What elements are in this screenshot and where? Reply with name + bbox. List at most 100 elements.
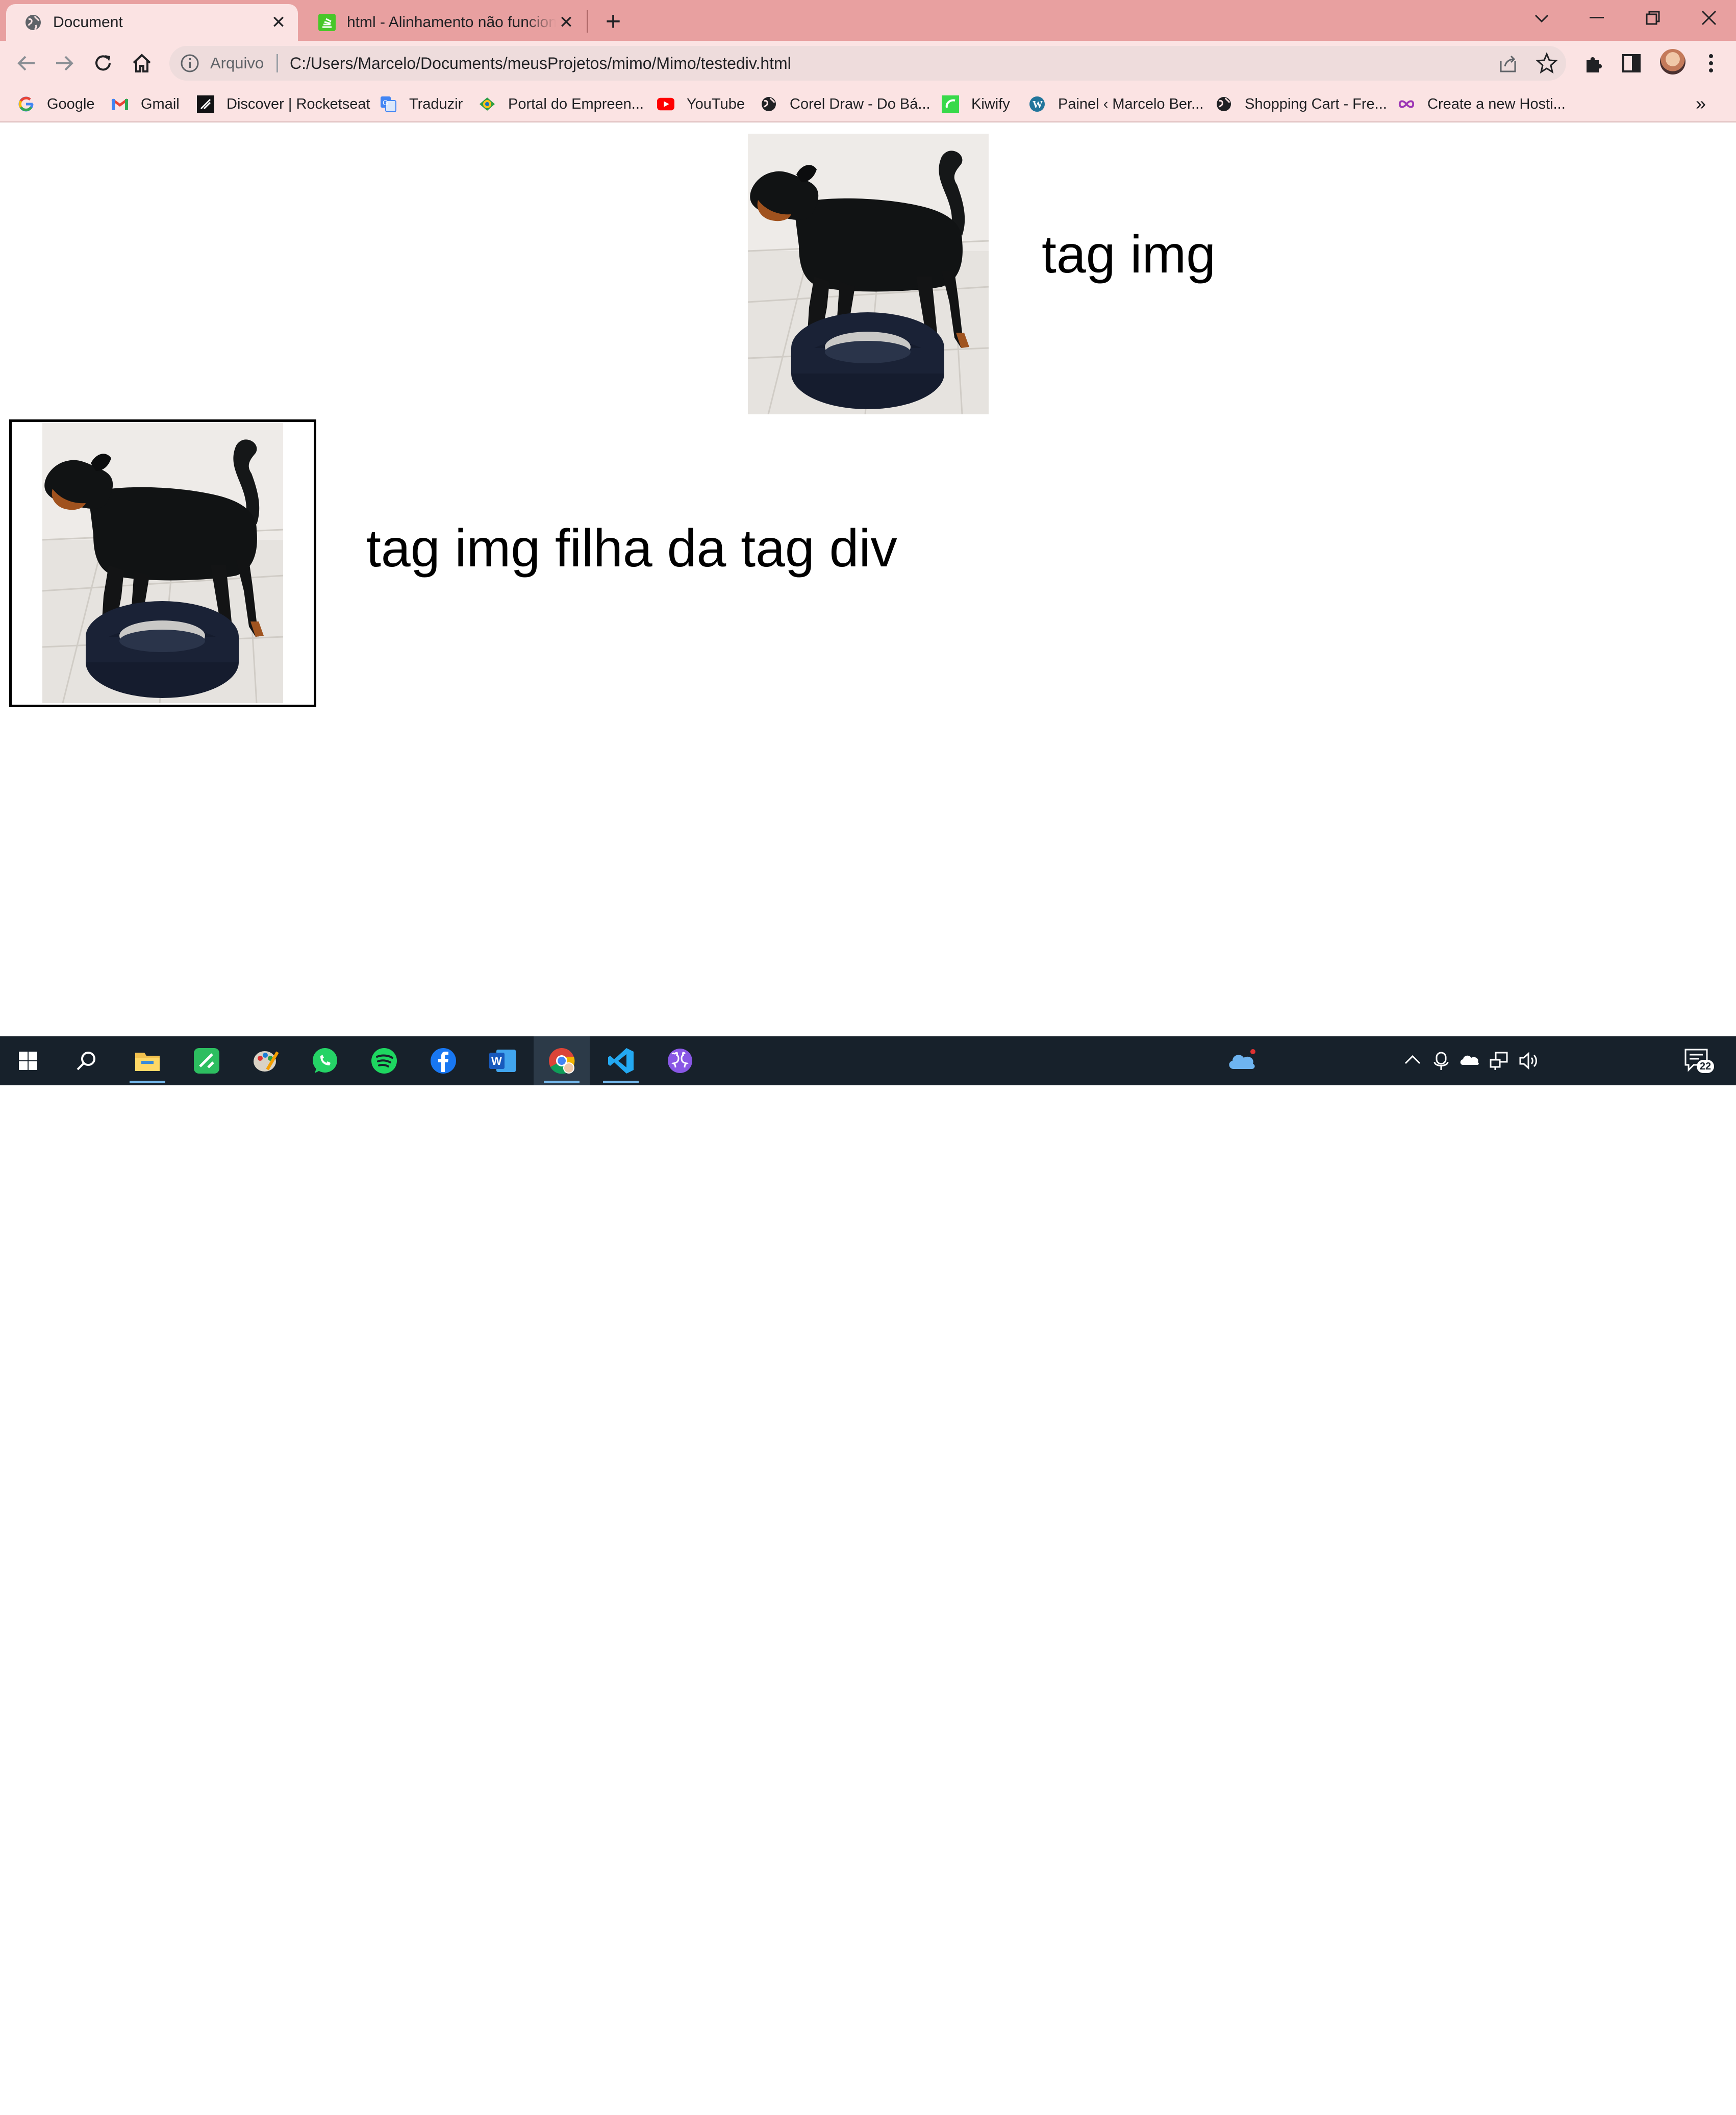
bookmark-youtube[interactable]: YouTube — [657, 94, 745, 114]
reload-icon — [95, 55, 111, 71]
taskbar-word[interactable]: W — [474, 1036, 531, 1085]
google-icon — [17, 95, 35, 113]
word-icon: W — [489, 1050, 516, 1072]
div-container — [9, 419, 316, 707]
start-button[interactable] — [0, 1036, 56, 1085]
bookmark-gmail[interactable]: Gmail — [111, 94, 180, 114]
address-bar[interactable]: Arquivo C:/Users/Marcelo/Documents/meusP… — [169, 46, 1566, 81]
share-icon[interactable] — [1497, 52, 1519, 74]
notification-count: 22 — [1697, 1060, 1714, 1073]
onedrive-icon[interactable] — [1459, 1052, 1479, 1067]
bookmark-kiwify[interactable]: Kiwify — [942, 94, 1010, 114]
evernote-icon — [194, 1048, 219, 1074]
bookmark-label: Portal do Empreen... — [508, 95, 644, 112]
notifications-button[interactable]: 22 — [1683, 1047, 1714, 1075]
meet-now-icon[interactable] — [1433, 1051, 1449, 1071]
bookmark-label: Discover | Rocketseat — [227, 95, 370, 112]
tab-strip: Document ✕ html - Alinhamento não funcio… — [0, 0, 1736, 41]
windows-start-icon — [19, 1052, 37, 1070]
close-icon[interactable]: ✕ — [556, 12, 576, 33]
youtube-icon — [657, 95, 674, 113]
bookmark-shopping-cart[interactable]: Shopping Cart - Fre... — [1215, 94, 1387, 114]
globe-icon — [26, 15, 41, 31]
extensions-button[interactable] — [1579, 49, 1608, 78]
arrow-left-icon — [17, 56, 35, 71]
weather-condition[interactable]: Nublado — [1313, 2086, 1374, 2105]
side-panel-icon — [1622, 54, 1641, 72]
bookmarks-bar: Google Gmail Discover | Rocketseat G Tra… — [0, 86, 1736, 122]
clock-date[interactable]: 17/10/2022 — [1595, 2099, 1666, 2115]
portal-icon — [479, 95, 496, 113]
clock-time[interactable]: 20:24 — [1612, 2077, 1648, 2094]
dog-image — [748, 134, 989, 414]
close-icon[interactable]: ✕ — [268, 12, 289, 33]
wordpress-icon: W — [1028, 95, 1046, 113]
tab-stackoverflow[interactable]: html - Alinhamento não funciona ✕ — [300, 4, 586, 41]
weather-temp[interactable]: 21°C — [1266, 2086, 1303, 2105]
more-vert-icon — [1709, 54, 1713, 72]
home-icon — [133, 54, 151, 72]
bookmark-google[interactable]: Google — [17, 94, 95, 114]
taskbar-search-button[interactable] — [58, 1036, 114, 1085]
bookmark-label: Corel Draw - Do Bá... — [790, 95, 930, 112]
bookmarks-overflow-button[interactable]: » — [1696, 93, 1706, 114]
taskbar-facebook[interactable] — [415, 1036, 471, 1085]
minimize-icon — [1590, 17, 1604, 18]
kiwify-icon — [942, 95, 959, 113]
bookmark-traduzir[interactable]: G Traduzir — [380, 94, 463, 114]
rocketseat-icon — [197, 95, 214, 113]
taskbar-spotify[interactable] — [356, 1036, 412, 1085]
network-icon[interactable] — [1489, 1051, 1509, 1071]
cloud-icon[interactable] — [1226, 1049, 1257, 1071]
language-line1[interactable]: POR — [1552, 2077, 1583, 2094]
tab-search-button[interactable] — [1528, 5, 1555, 32]
bookmark-label: Create a new Hosti... — [1427, 95, 1566, 112]
profile-avatar[interactable] — [1660, 49, 1685, 74]
taskbar-paint[interactable] — [238, 1036, 294, 1085]
bookmark-painel[interactable]: W Painel ‹ Marcelo Ber... — [1028, 94, 1203, 114]
globe-icon — [760, 95, 777, 113]
forward-button[interactable] — [50, 49, 79, 78]
close-window-button[interactable] — [1683, 0, 1734, 36]
svg-text:G: G — [383, 98, 388, 107]
chevron-down-icon — [1534, 14, 1549, 23]
minimize-button[interactable] — [1571, 0, 1622, 36]
bookmark-portal[interactable]: Portal do Empreen... — [479, 94, 644, 114]
new-tab-button[interactable]: + — [600, 7, 626, 36]
close-icon — [1701, 10, 1717, 26]
taskbar-chrome[interactable] — [534, 1036, 590, 1085]
tab-document[interactable]: Document ✕ — [6, 4, 298, 41]
taskbar-file-explorer[interactable] — [119, 1036, 175, 1085]
home-button[interactable] — [128, 49, 156, 78]
chevron-up-icon[interactable] — [1404, 1054, 1421, 1065]
tab-title: html - Alinhamento não funciona — [347, 14, 556, 31]
spotify-icon — [371, 1048, 397, 1074]
menu-button[interactable] — [1697, 49, 1725, 78]
gmail-icon — [111, 95, 129, 113]
bookmark-rocketseat[interactable]: Discover | Rocketseat — [197, 94, 370, 114]
taskbar-vscode[interactable] — [593, 1036, 649, 1085]
bookmark-star-icon[interactable] — [1536, 52, 1558, 74]
info-icon[interactable] — [180, 53, 200, 73]
browser-toolbar: Arquivo C:/Users/Marcelo/Documents/meusP… — [0, 41, 1736, 86]
side-panel-button[interactable] — [1617, 49, 1646, 78]
puzzle-icon — [1587, 57, 1602, 72]
restore-button[interactable] — [1627, 0, 1678, 36]
url-text[interactable]: C:/Users/Marcelo/Documents/meusProjetos/… — [290, 53, 791, 73]
caption-tag-img-div: tag img filha da tag div — [366, 519, 897, 578]
translate-icon: G — [380, 95, 397, 113]
back-button[interactable] — [12, 49, 41, 78]
reload-button[interactable] — [89, 49, 117, 78]
bookmark-create-hosting[interactable]: Create a new Hosti... — [1398, 94, 1566, 114]
globe-icon — [1215, 95, 1232, 113]
caption-tag-img: tag img — [1042, 225, 1216, 284]
bookmark-label: Kiwify — [971, 95, 1010, 112]
bookmark-label: Shopping Cart - Fre... — [1245, 95, 1387, 112]
language-line2[interactable]: PTB2 — [1550, 2099, 1586, 2115]
bookmark-coreldraw[interactable]: Corel Draw - Do Bá... — [760, 94, 930, 114]
taskbar-whatsapp[interactable] — [297, 1036, 353, 1085]
taskbar-evernote[interactable] — [179, 1036, 235, 1085]
volume-icon[interactable] — [1518, 1051, 1539, 1071]
bookmark-label: Traduzir — [409, 95, 463, 112]
taskbar-github[interactable] — [652, 1036, 708, 1085]
